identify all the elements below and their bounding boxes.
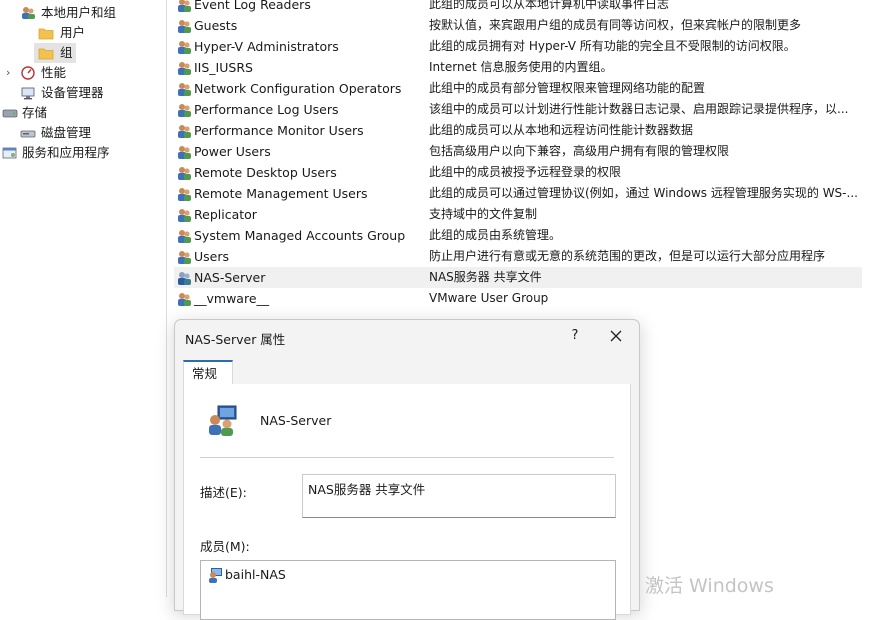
- divider: [200, 457, 614, 458]
- pane-divider[interactable]: [166, 0, 167, 597]
- list-item[interactable]: System Managed Accounts Group 此组的成员由系统管理…: [174, 225, 862, 246]
- group-name: Power Users: [194, 144, 271, 159]
- group-name: Performance Log Users: [194, 102, 339, 117]
- users-groups-icon: [20, 6, 36, 20]
- dialog-title: NAS-Server 属性: [185, 332, 286, 347]
- tree-item-label: 组: [60, 45, 73, 60]
- list-item[interactable]: Users 防止用户进行有意或无意的系统范围的更改，但是可以运行大部分应用程序: [174, 246, 862, 267]
- tree-item-label: 设备管理器: [41, 85, 104, 100]
- tree-item-label: 存储: [22, 105, 48, 120]
- group-name: Remote Desktop Users: [194, 165, 337, 180]
- device-manager-icon: [20, 86, 36, 100]
- list-item[interactable]: Replicator 支持域中的文件复制: [174, 204, 862, 225]
- tree-item-label: 服务和应用程序: [22, 145, 110, 160]
- list-item-selected[interactable]: NAS-Server NAS服务器 共享文件: [174, 267, 862, 288]
- group-description: 此组的成员拥有对 Hyper-V 所有功能的完全且不受限制的访问权限。: [429, 39, 796, 53]
- group-description: 包括高级用户以向下兼容，高级用户拥有有限的管理权限: [429, 144, 730, 158]
- group-description: 此组的成员由系统管理。: [429, 228, 562, 242]
- group-icon: [176, 249, 192, 265]
- group-icon: [176, 270, 192, 286]
- group-icon: [176, 144, 192, 160]
- group-icon: [176, 39, 192, 55]
- close-icon: [610, 330, 622, 345]
- description-label: 描述(E):: [200, 485, 247, 500]
- member-name: baihl-NAS: [225, 567, 286, 582]
- group-description: 此组的成员可以通过管理协议(例如，通过 Windows 远程管理服务实现的 WS…: [429, 186, 858, 200]
- tree-item-groups[interactable]: 组: [34, 43, 76, 63]
- group-icon: [176, 102, 192, 118]
- group-icon: [176, 186, 192, 202]
- help-button[interactable]: ?: [563, 325, 587, 347]
- group-icon: [176, 18, 192, 34]
- services-icon: [2, 146, 18, 160]
- group-icon: [176, 81, 192, 97]
- group-name: __vmware__: [194, 291, 270, 306]
- group-name-display: NAS-Server: [260, 413, 332, 428]
- list-item[interactable]: Network Configuration Operators 此组中的成员有部…: [174, 78, 862, 99]
- user-icon: [207, 567, 223, 583]
- folder-icon: [38, 26, 54, 40]
- group-description: 此组的成员可以从本地和远程访问性能计数器数据: [429, 123, 694, 137]
- tree-item-label: 用户: [60, 25, 86, 40]
- list-item[interactable]: Performance Monitor Users 此组的成员可以从本地和远程访…: [174, 120, 862, 141]
- list-item[interactable]: Hyper-V Administrators 此组的成员拥有对 Hyper-V …: [174, 36, 862, 57]
- list-item[interactable]: Power Users 包括高级用户以向下兼容，高级用户拥有有限的管理权限: [174, 141, 862, 162]
- group-icon: [176, 123, 192, 139]
- group-list: Event Log Readers 此组的成员可以从本地计算机中读取事件日志 G…: [168, 0, 884, 320]
- activation-watermark: 激活 Windows: [645, 575, 774, 597]
- group-description: 该组中的成员可以计划进行性能计数器日志记录、启用跟踪记录提供程序，以...: [429, 102, 849, 116]
- group-description: 支持域中的文件复制: [429, 207, 538, 221]
- tree-item-label: 磁盘管理: [41, 125, 92, 140]
- description-field[interactable]: NAS服务器 共享文件: [302, 474, 616, 518]
- disk-icon: [20, 126, 36, 140]
- group-name: System Managed Accounts Group: [194, 228, 406, 243]
- list-item[interactable]: Guests 按默认值，来宾跟用户组的成员有同等访问权，但来宾帐户的限制更多: [174, 15, 862, 36]
- list-item[interactable]: Performance Log Users 该组中的成员可以计划进行性能计数器日…: [174, 99, 862, 120]
- group-name: NAS-Server: [194, 270, 266, 285]
- list-item[interactable]: IIS_IUSRS Internet 信息服务使用的内置组。: [174, 57, 862, 78]
- tree-item-label: 本地用户和组: [41, 5, 117, 20]
- group-name: Replicator: [194, 207, 257, 222]
- storage-icon: [2, 106, 18, 120]
- group-name: Remote Management Users: [194, 186, 368, 201]
- close-button[interactable]: [599, 323, 633, 349]
- folder-icon: [38, 46, 54, 60]
- group-description: NAS服务器 共享文件: [429, 270, 542, 284]
- group-name: Network Configuration Operators: [194, 81, 402, 96]
- group-icon: [176, 60, 192, 76]
- group-icon: [176, 291, 192, 307]
- group-large-icon: [206, 404, 240, 436]
- group-description: 此组中的成员有部分管理权限来管理网络功能的配置: [429, 81, 706, 95]
- list-item[interactable]: __vmware__ VMware User Group: [174, 288, 862, 309]
- group-name: Guests: [194, 18, 238, 33]
- group-icon: [176, 165, 192, 181]
- tab-panel-general: NAS-Server 描述(E): NAS服务器 共享文件 成员(M): bai…: [183, 384, 631, 620]
- group-name: IIS_IUSRS: [194, 60, 253, 75]
- list-item[interactable]: Remote Management Users 此组的成员可以通过管理协议(例如…: [174, 183, 862, 204]
- members-list[interactable]: baihl-NAS: [200, 560, 616, 620]
- group-name: Hyper-V Administrators: [194, 39, 339, 54]
- group-icon: [176, 228, 192, 244]
- group-name: Users: [194, 249, 230, 264]
- tree-item-label: 性能: [41, 65, 67, 80]
- group-description: 防止用户进行有意或无意的系统范围的更改，但是可以运行大部分应用程序: [429, 249, 826, 263]
- group-name: Event Log Readers: [194, 0, 311, 12]
- group-description: 按默认值，来宾跟用户组的成员有同等访问权，但来宾帐户的限制更多: [429, 18, 802, 32]
- chevron-right-icon[interactable]: ›: [6, 63, 10, 83]
- group-description: 此组中的成员被授予远程登录的权限: [429, 165, 622, 179]
- group-description: 此组的成员可以从本地计算机中读取事件日志: [429, 0, 670, 11]
- properties-dialog: NAS-Server 属性 ? 常规 NAS-Server 描述(E): NAS…: [174, 319, 640, 620]
- group-description: VMware User Group: [429, 291, 549, 305]
- list-item[interactable]: Event Log Readers 此组的成员可以从本地计算机中读取事件日志: [174, 0, 862, 15]
- group-description: Internet 信息服务使用的内置组。: [429, 60, 613, 74]
- members-label: 成员(M):: [200, 539, 250, 554]
- group-icon: [176, 207, 192, 223]
- list-item[interactable]: Remote Desktop Users 此组中的成员被授予远程登录的权限: [174, 162, 862, 183]
- group-name: Performance Monitor Users: [194, 123, 364, 138]
- group-icon: [176, 0, 192, 13]
- console-tree: 本地用户和组 用户 组 › 性能 设备管理器 存储 磁盘管理 服务和应用程序: [0, 0, 166, 597]
- tab-general[interactable]: 常规: [183, 360, 233, 385]
- performance-icon: [20, 66, 36, 80]
